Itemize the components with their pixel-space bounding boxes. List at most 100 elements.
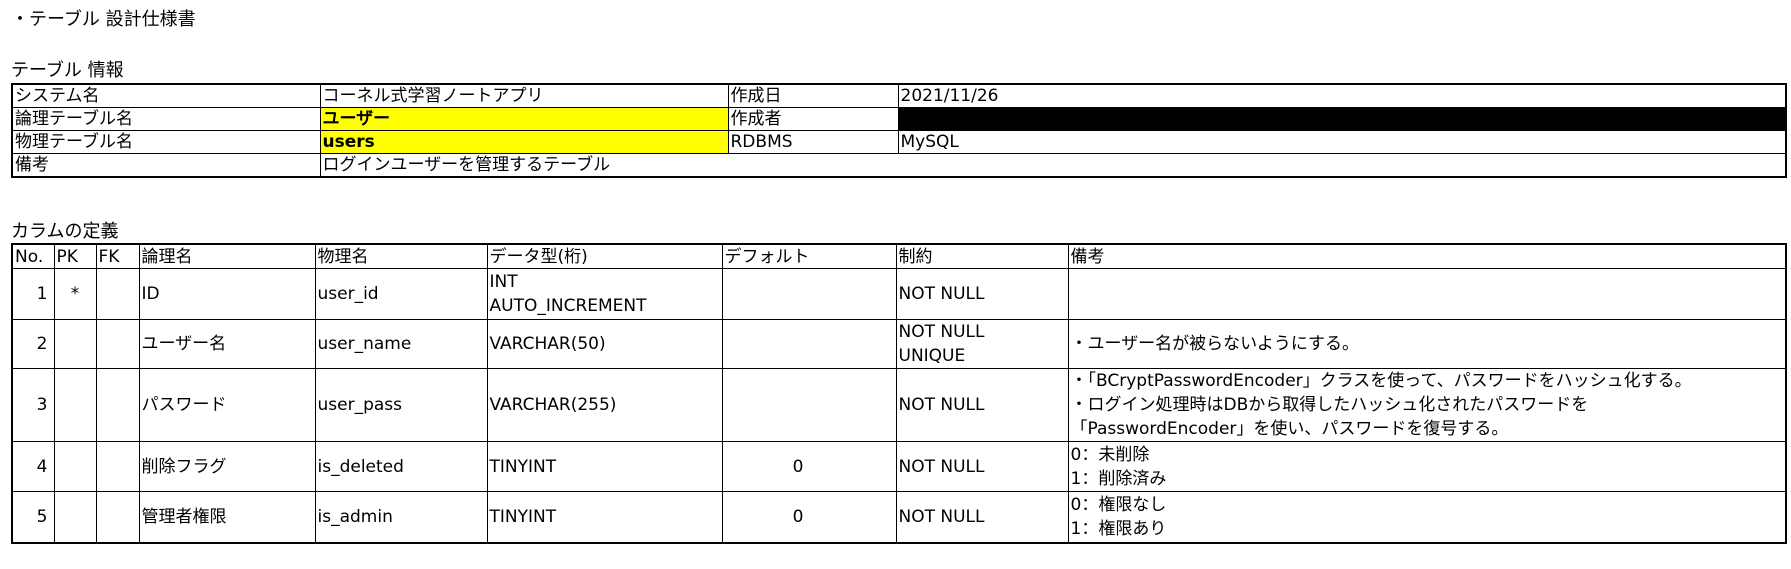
created-date-label: 作成日 xyxy=(727,83,899,108)
cell-note[interactable]: ・「BCryptPasswordEncoder」クラスを使って、パスワードをハッ… xyxy=(1067,368,1787,442)
cell-no[interactable]: 5 xyxy=(11,491,55,543)
cell-note[interactable]: 0：未削除 1：削除済み xyxy=(1067,441,1787,492)
cell-constraint-line: UNIQUE xyxy=(898,346,966,366)
cell-data-type[interactable]: VARCHAR(50) xyxy=(486,319,723,369)
cell-physical-name[interactable]: user_pass xyxy=(314,368,488,442)
cell-note[interactable]: 0：権限なし 1：権限あり xyxy=(1067,491,1787,543)
info-row-note: 備考 ログインユーザーを管理するテーブル xyxy=(11,153,1787,178)
cell-pk[interactable] xyxy=(53,368,97,442)
cell-pk[interactable] xyxy=(53,491,97,543)
cell-physical-name[interactable]: user_id xyxy=(314,268,488,320)
cell-data-type[interactable]: INT AUTO_INCREMENT xyxy=(486,268,723,320)
cell-default[interactable] xyxy=(721,319,897,369)
info-row-physical: 物理テーブル名 users RDBMS MySQL xyxy=(11,130,1787,154)
logical-name-label: 論理テーブル名 xyxy=(11,107,321,131)
cell-note-line: 1：権限あり xyxy=(1070,518,1167,539)
cell-data-type-line: INT xyxy=(489,272,518,292)
cell-data-type-line: TINYINT xyxy=(489,456,557,477)
column-header-row: No. PK FK 論理名 物理名 データ型(桁) デフォルト 制約 備考 xyxy=(11,243,1787,269)
cell-constraint-line: NOT NULL xyxy=(898,506,985,527)
cell-logical-name[interactable]: 削除フラグ xyxy=(138,441,316,492)
cell-constraint-line: NOT NULL xyxy=(898,395,985,415)
rdbms-value[interactable]: MySQL xyxy=(897,130,1787,154)
header-no: No. xyxy=(11,243,55,269)
cell-pk[interactable] xyxy=(53,441,97,492)
cell-logical-name[interactable]: ID xyxy=(138,268,316,320)
table-row: 3 パスワード user_pass VARCHAR(255) NOT NULL ・「BCr… xyxy=(11,368,1787,442)
cell-no[interactable]: 4 xyxy=(11,441,55,492)
logical-name-value[interactable]: ユーザー xyxy=(319,107,729,131)
cell-constraint[interactable]: NOT NULL xyxy=(895,268,1069,320)
cell-default[interactable]: 0 xyxy=(721,441,897,492)
cell-fk[interactable] xyxy=(95,491,140,543)
cell-no[interactable]: 3 xyxy=(11,368,55,442)
system-name-value[interactable]: コーネル式学習ノートアプリ xyxy=(319,83,729,108)
cell-data-type[interactable]: TINYINT xyxy=(486,441,723,492)
system-name-label: システム名 xyxy=(11,83,321,108)
cell-note[interactable] xyxy=(1067,268,1787,320)
table-row: 1 * ID user_id INT AUTO_INCREMENT NOT NULL xyxy=(11,268,1787,320)
cell-data-type-line: TINYINT xyxy=(489,506,557,527)
cell-constraint-line: NOT NULL xyxy=(898,322,985,342)
cell-constraint[interactable]: NOT NULL xyxy=(895,441,1069,492)
cell-note-line: 1：削除済み xyxy=(1070,468,1167,489)
created-date-value[interactable]: 2021/11/26 xyxy=(897,83,1787,108)
header-fk: FK xyxy=(95,243,140,269)
header-logical-name: 論理名 xyxy=(138,243,316,269)
cell-logical-name[interactable]: ユーザー名 xyxy=(138,319,316,369)
author-label: 作成者 xyxy=(727,107,899,131)
cell-logical-name[interactable]: パスワード xyxy=(138,368,316,442)
cell-pk[interactable] xyxy=(53,319,97,369)
cell-data-type-line: VARCHAR(255) xyxy=(489,395,617,415)
cell-fk[interactable] xyxy=(95,319,140,369)
cell-constraint[interactable]: NOT NULL xyxy=(895,491,1069,543)
cell-note-line: ・「BCryptPasswordEncoder」クラスを使って、パスワードをハッ… xyxy=(1070,371,1692,391)
cell-logical-name[interactable]: 管理者権限 xyxy=(138,491,316,543)
cell-no[interactable]: 2 xyxy=(11,319,55,369)
cell-physical-name[interactable]: is_deleted xyxy=(314,441,488,492)
cell-physical-name[interactable]: is_admin xyxy=(314,491,488,543)
cell-no[interactable]: 1 xyxy=(11,268,55,320)
document-title: ・テーブル 設計仕様書 xyxy=(11,9,196,30)
note-label: 備考 xyxy=(11,153,321,178)
cell-constraint-line: NOT NULL xyxy=(898,284,985,304)
cell-default[interactable]: 0 xyxy=(721,491,897,543)
cell-data-type-line: AUTO_INCREMENT xyxy=(489,296,647,316)
author-value-redacted[interactable] xyxy=(897,107,1787,131)
table-info-label: テーブル 情報 xyxy=(11,60,124,81)
column-rows: 1 * ID user_id INT AUTO_INCREMENT NOT NULL 2 ユーザ… xyxy=(11,268,1787,543)
cell-fk[interactable] xyxy=(95,268,140,320)
cell-default[interactable] xyxy=(721,268,897,320)
header-default: デフォルト xyxy=(721,243,897,269)
cell-constraint-line: NOT NULL xyxy=(898,456,985,477)
cell-constraint[interactable]: NOT NULL UNIQUE xyxy=(895,319,1069,369)
cell-fk[interactable] xyxy=(95,441,140,492)
cell-note[interactable]: ・ユーザー名が被らないようにする。 xyxy=(1067,319,1787,369)
header-pk: PK xyxy=(53,243,97,269)
cell-fk[interactable] xyxy=(95,368,140,442)
table-info-grid: システム名 コーネル式学習ノートアプリ 作成日 2021/11/26 論理テーブ… xyxy=(11,83,1787,178)
header-note: 備考 xyxy=(1067,243,1787,269)
physical-name-value[interactable]: users xyxy=(319,130,729,154)
cell-default[interactable] xyxy=(721,368,897,442)
cell-data-type[interactable]: TINYINT xyxy=(486,491,723,543)
cell-note-line: 0：未削除 xyxy=(1070,444,1150,465)
table-row: 5 管理者権限 is_admin TINYINT 0 NOT NULL 0：権限なし 1：権限… xyxy=(11,491,1787,543)
cell-pk[interactable]: * xyxy=(53,268,97,320)
rdbms-label: RDBMS xyxy=(727,130,899,154)
cell-constraint[interactable]: NOT NULL xyxy=(895,368,1069,442)
column-definition-label: カラムの定義 xyxy=(11,221,119,242)
column-definition-grid: No. PK FK 論理名 物理名 データ型(桁) デフォルト 制約 備考 1 *… xyxy=(11,243,1787,544)
header-constraint: 制約 xyxy=(895,243,1069,269)
cell-note-line: ・ログイン処理時はDBから取得したハッシュ化されたパスワードを xyxy=(1070,395,1589,415)
cell-note-line: 「PasswordEncoder」を使い、パスワードを復号する。 xyxy=(1070,419,1509,439)
table-row: 4 削除フラグ is_deleted TINYINT 0 NOT NULL 0：未削除 1：削… xyxy=(11,441,1787,492)
cell-physical-name[interactable]: user_name xyxy=(314,319,488,369)
info-row-system: システム名 コーネル式学習ノートアプリ 作成日 2021/11/26 xyxy=(11,83,1787,108)
table-row: 2 ユーザー名 user_name VARCHAR(50) NOT NULL UNIQUE… xyxy=(11,319,1787,369)
cell-data-type[interactable]: VARCHAR(255) xyxy=(486,368,723,442)
cell-note-line: 0：権限なし xyxy=(1070,494,1167,515)
cell-data-type-line: VARCHAR(50) xyxy=(489,334,606,354)
physical-name-label: 物理テーブル名 xyxy=(11,130,321,154)
note-value[interactable]: ログインユーザーを管理するテーブル xyxy=(319,153,1787,178)
